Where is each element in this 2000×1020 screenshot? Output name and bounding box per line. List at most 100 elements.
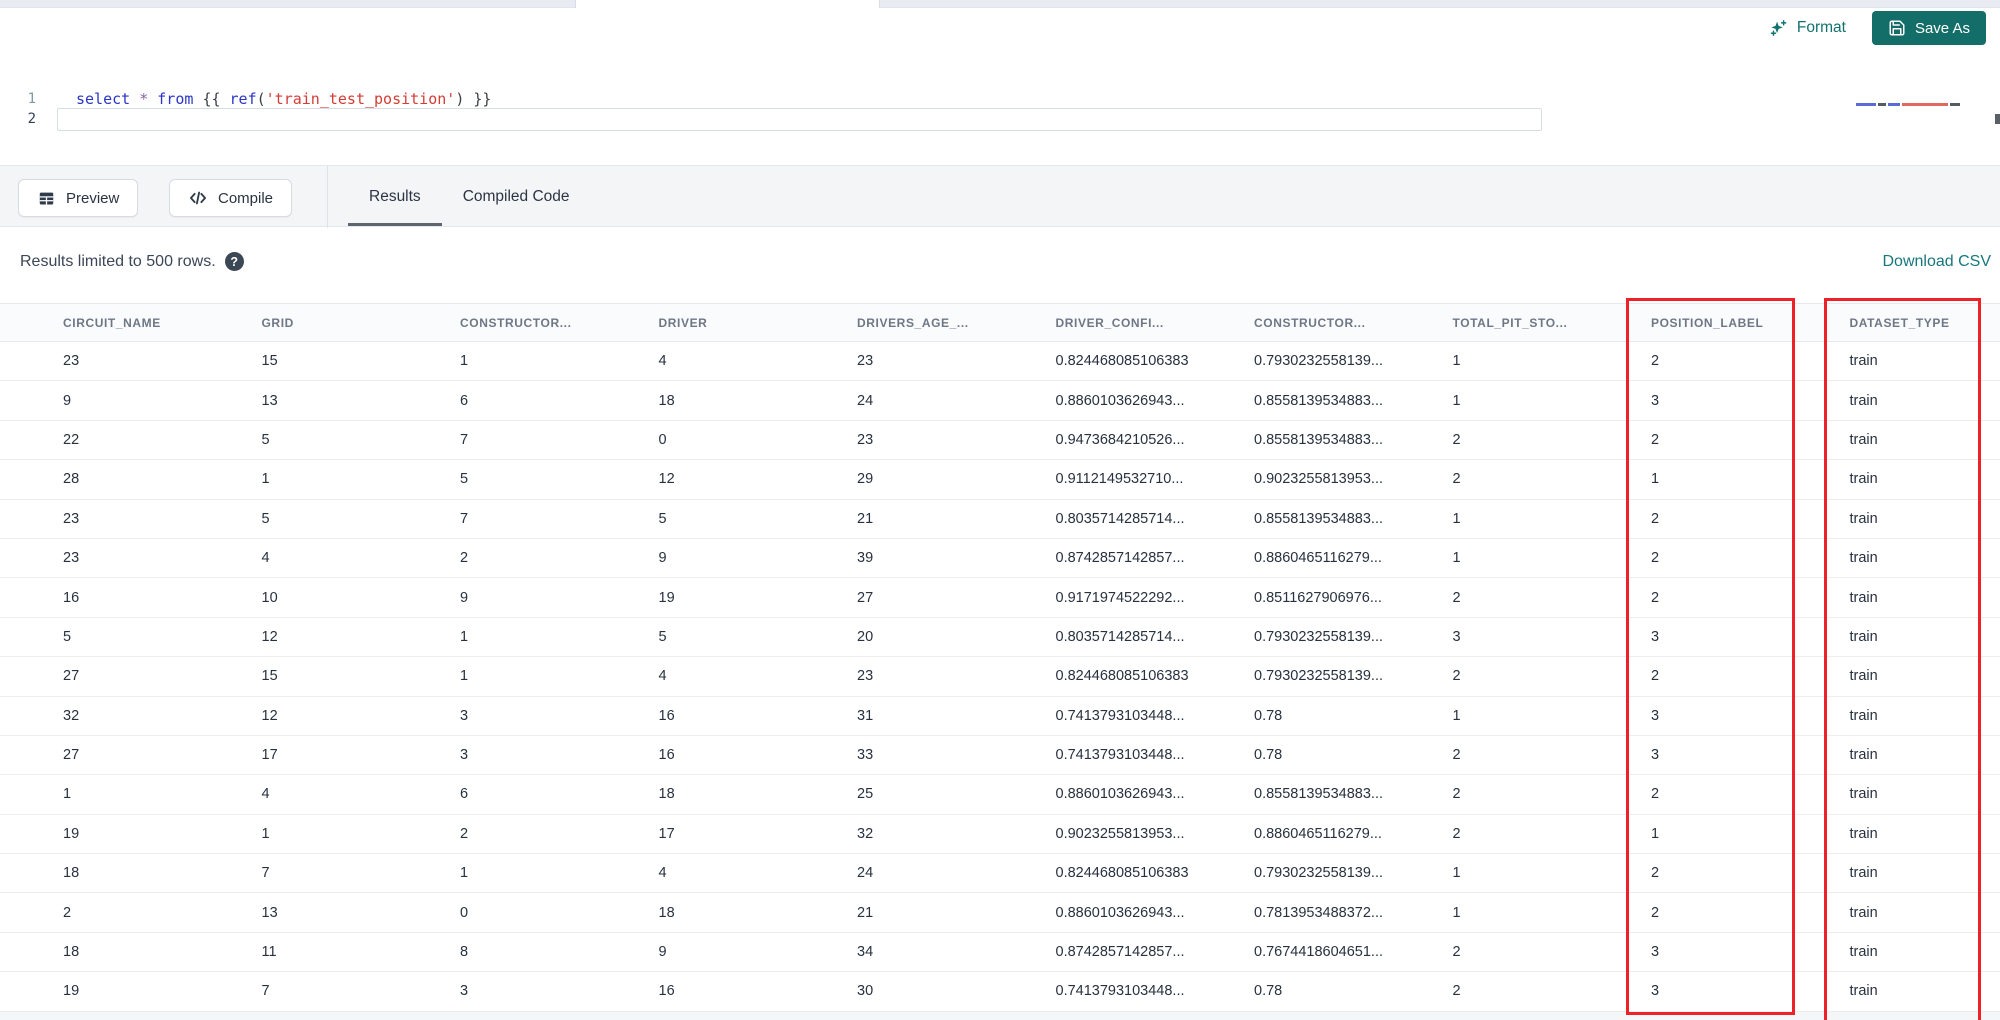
download-csv-link[interactable]: Download CSV: [1883, 253, 1992, 271]
table-cell: 1: [1651, 825, 1660, 842]
table-cell: 19: [658, 589, 675, 606]
code-editor[interactable]: 1 2 select * from {{ ref('train_test_pos…: [0, 48, 2000, 165]
compile-button[interactable]: Compile: [169, 179, 293, 217]
table-cell: 9: [658, 944, 667, 961]
table-cell: train: [1849, 471, 1878, 488]
table-cell: 3: [1452, 628, 1461, 645]
table-cell: 0.7674418604651...: [1254, 944, 1384, 961]
format-label: Format: [1796, 19, 1846, 36]
table-cell: 3: [1651, 628, 1660, 645]
table-row: 5 12 1 5 20 0.8035714285714... 0.7930232558139…: [0, 617, 2000, 658]
save-as-button[interactable]: Save As: [1871, 11, 1986, 45]
table-cell: 9: [63, 392, 72, 409]
table-cell: 17: [658, 825, 675, 842]
table-cell: 23: [857, 668, 874, 685]
table-cell: train: [1849, 825, 1878, 842]
code-line-1: select * from {{ ref('train_test_positio…: [76, 90, 491, 108]
compile-label: Compile: [218, 189, 274, 207]
table-cell: train: [1849, 747, 1878, 764]
table-cell: 1: [1452, 510, 1461, 527]
preview-button[interactable]: Preview: [18, 179, 139, 217]
table-cell: 4: [261, 786, 270, 803]
editor-minimap[interactable]: [1856, 101, 1968, 107]
table-cell: 20: [857, 628, 874, 645]
table-cell: 19: [63, 983, 80, 1000]
table-cell: 16: [63, 589, 80, 606]
column-header-dataset-type: DATASET_TYPE: [1849, 315, 1950, 330]
column-header-grid: GRID: [261, 315, 294, 330]
table-row: 23 4 2 9 39 0.8742857142857... 0.8860465116279…: [0, 538, 2000, 579]
table-cell: 0.8860103626943...: [1055, 904, 1185, 921]
table-cell: 0.7413793103448...: [1055, 747, 1185, 764]
table-cell: 0.78: [1254, 983, 1283, 1000]
table-row: 1 4 6 18 25 0.8860103626943... 0.8558139534883…: [0, 775, 2000, 815]
tab-compiled-code[interactable]: Compiled Code: [442, 166, 591, 228]
table-cell: train: [1849, 786, 1878, 803]
table-cell: 9: [460, 589, 469, 606]
table-cell: 29: [857, 471, 874, 488]
table-cell: 2: [1452, 668, 1461, 685]
table-cell: 0: [658, 431, 667, 448]
table-cell: 0.7930232558139...: [1254, 628, 1384, 645]
table-footer-strip: [0, 1012, 2000, 1020]
minimap-segment: [1888, 102, 1900, 106]
table-cell: 5: [460, 471, 469, 488]
code-token: ref: [229, 90, 257, 108]
table-cell: train: [1849, 510, 1878, 527]
table-cell: 12: [261, 628, 278, 645]
toolbar-divider: [327, 166, 328, 228]
question-mark-icon[interactable]: ?: [224, 252, 244, 271]
table-row: 23 15 1 4 23 0.824468085106383 0.7930232558139…: [0, 342, 2000, 382]
table-cell: 0.8860103626943...: [1055, 786, 1185, 803]
table-cell: 23: [857, 431, 874, 448]
table-cell: train: [1849, 431, 1878, 448]
table-cell: 0.824468085106383: [1055, 353, 1189, 370]
table-cell: 0.8558139534883...: [1254, 786, 1384, 803]
table-cell: 2: [1651, 589, 1660, 606]
code-token: select: [76, 90, 131, 108]
table-cell: 16: [658, 747, 675, 764]
table-cell: 1: [63, 786, 72, 803]
column-header-driver-confi: DRIVER_CONFI...: [1055, 315, 1164, 330]
table-cell: 24: [857, 865, 874, 882]
active-file-tab[interactable]: [575, 0, 880, 8]
table-cell: 0.8742857142857...: [1055, 550, 1185, 567]
table-cell: 23: [63, 353, 80, 370]
table-cell: 0.824468085106383: [1055, 668, 1189, 685]
table-cell: 1: [1452, 904, 1461, 921]
table-grid-icon: [37, 189, 56, 208]
table-cell: 5: [63, 628, 72, 645]
column-header-position-label: POSITION_LABEL: [1651, 315, 1764, 330]
table-cell: train: [1849, 865, 1878, 882]
table-cell: 3: [460, 983, 469, 1000]
table-row: 18 11 8 9 34 0.8742857142857... 0.767441860465…: [0, 932, 2000, 973]
table-cell: 13: [261, 392, 278, 409]
table-cell: 5: [658, 628, 667, 645]
table-cell: 2: [1452, 825, 1461, 842]
table-cell: 23: [63, 550, 80, 567]
table-cell: 12: [658, 471, 675, 488]
table-cell: 16: [658, 707, 675, 724]
column-header-circuit-name: CIRCUIT_NAME: [63, 315, 161, 330]
table-cell: 1: [1452, 865, 1461, 882]
column-header-constructor: CONSTRUCTOR...: [1254, 315, 1366, 330]
table-cell: 3: [1651, 392, 1660, 409]
table-cell: 19: [63, 825, 80, 842]
tab-results[interactable]: Results: [348, 166, 442, 228]
table-cell: 34: [857, 944, 874, 961]
table-cell: 17: [261, 747, 278, 764]
table-cell: train: [1849, 589, 1878, 606]
table-cell: train: [1849, 904, 1878, 921]
table-cell: 5: [658, 510, 667, 527]
table-row: 27 17 3 16 33 0.7413793103448... 0.78 2 3 train: [0, 735, 2000, 776]
sparkles-icon: [1768, 18, 1788, 38]
format-button[interactable]: Format: [1768, 18, 1846, 38]
table-row: 27 15 1 4 23 0.824468085106383 0.7930232558139…: [0, 657, 2000, 697]
table-cell: 0.7413793103448...: [1055, 983, 1185, 1000]
table-cell: train: [1849, 628, 1878, 645]
table-cell: 7: [460, 510, 469, 527]
table-cell: 2: [1651, 865, 1660, 882]
table-cell: 0.8558139534883...: [1254, 392, 1384, 409]
table-cell: 7: [261, 983, 270, 1000]
